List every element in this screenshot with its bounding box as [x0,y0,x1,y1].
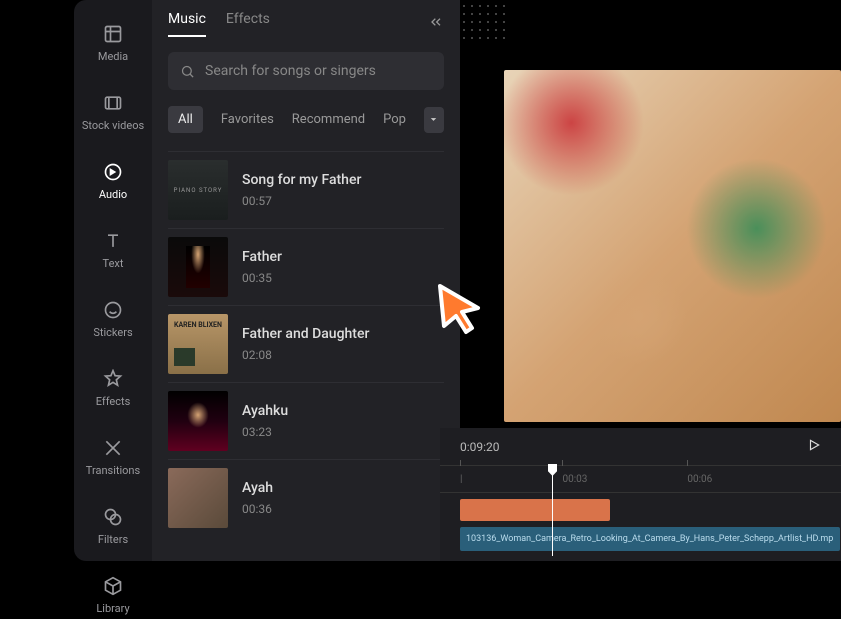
audio-icon [103,162,123,182]
time-row: 0:09:20 [440,428,841,465]
library-icon [103,576,123,596]
play-button[interactable] [807,438,821,455]
song-thumbnail [168,391,228,451]
filter-recommend[interactable]: Recommend [292,112,365,127]
sidebar-item-library[interactable]: Library [74,572,152,619]
chevron-down-icon [428,114,439,125]
ruler-mark: 00:03 [562,474,587,485]
song-title: Ayahku [242,403,288,419]
song-row[interactable]: Song for my Father 00:57 [168,151,444,228]
filter-more-button[interactable] [424,107,444,133]
media-icon [103,24,123,44]
playhead[interactable] [552,466,553,556]
panel-header: Music Effects [168,0,444,48]
search-icon [180,64,195,79]
sidebar-label: Filters [98,533,128,546]
audio-clip[interactable] [460,499,610,521]
tab-effects[interactable]: Effects [226,11,270,37]
sidebar-item-effects[interactable]: Effects [74,365,152,412]
stickers-icon [103,300,123,320]
search-box[interactable] [168,52,444,90]
chevron-left-double-icon [428,14,444,30]
sidebar-label: Audio [99,188,127,201]
song-duration: 00:35 [242,271,282,285]
sidebar-label: Transitions [86,464,140,477]
collapse-panel-button[interactable] [428,14,444,34]
filter-all[interactable]: All [168,106,203,133]
current-time: 0:09:20 [460,440,500,454]
song-thumbnail [168,468,228,528]
song-title: Father [242,249,282,265]
song-thumbnail [168,237,228,297]
play-icon [807,438,821,452]
transitions-icon [103,438,123,458]
filter-row: All Favorites Recommend Pop [168,106,444,133]
sidebar-label: Effects [96,395,131,408]
effects-icon [103,369,123,389]
sidebar-item-stickers[interactable]: Stickers [74,296,152,343]
song-title: Song for my Father [242,172,361,188]
sidebar-label: Library [96,602,129,615]
sidebar-item-transitions[interactable]: Transitions [74,434,152,481]
timeline-ruler[interactable]: | 00:03 00:06 [440,465,841,493]
song-title: Ayah [242,480,273,496]
tab-music[interactable]: Music [168,11,206,37]
search-input[interactable] [205,63,432,79]
video-preview[interactable] [504,70,841,422]
audio-panel: Music Effects All Favorites Recommend Po… [152,0,460,561]
filter-pop[interactable]: Pop [383,112,406,127]
song-list: Song for my Father 00:57 Father 00:35 Fa… [168,151,444,536]
panel-tabs: Music Effects [168,11,270,37]
stock-icon [103,93,123,113]
ruler-mark: 00:06 [687,474,712,485]
sidebar-item-stock[interactable]: Stock videos [74,89,152,136]
song-duration: 00:36 [242,502,273,516]
sidebar-label: Stock videos [82,119,144,132]
cursor-pointer-icon [432,280,490,338]
song-thumbnail [168,314,228,374]
text-icon [103,231,123,251]
sidebar-label: Stickers [93,326,132,339]
tool-sidebar: Media Stock videos Audio Text Stickers E… [74,0,152,561]
song-thumbnail [168,160,228,220]
filter-favorites[interactable]: Favorites [221,112,274,127]
clip-label: 103136_Woman_Camera_Retro_Looking_At_Cam… [466,534,833,544]
video-clip[interactable]: 103136_Woman_Camera_Retro_Looking_At_Cam… [460,527,840,551]
sidebar-item-filters[interactable]: Filters [74,503,152,550]
sidebar-label: Media [98,50,128,63]
song-duration: 00:57 [242,194,361,208]
ruler-mark: | [460,474,462,485]
song-row[interactable]: Ayah 00:36 [168,459,444,536]
sidebar-item-media[interactable]: Media [74,20,152,67]
song-row[interactable]: Ayahku 03:23 [168,382,444,459]
song-row[interactable]: Father 00:35 [168,228,444,305]
song-duration: 02:08 [242,348,369,362]
song-row[interactable]: Father and Daughter 02:08 [168,305,444,382]
filters-icon [103,507,123,527]
song-duration: 03:23 [242,425,288,439]
timeline-area: 0:09:20 | 00:03 00:06 103136_Woman_Camer… [440,428,841,561]
sidebar-item-audio[interactable]: Audio [74,158,152,205]
sidebar-item-text[interactable]: Text [74,227,152,274]
song-title: Father and Daughter [242,326,369,342]
sidebar-label: Text [103,257,124,270]
